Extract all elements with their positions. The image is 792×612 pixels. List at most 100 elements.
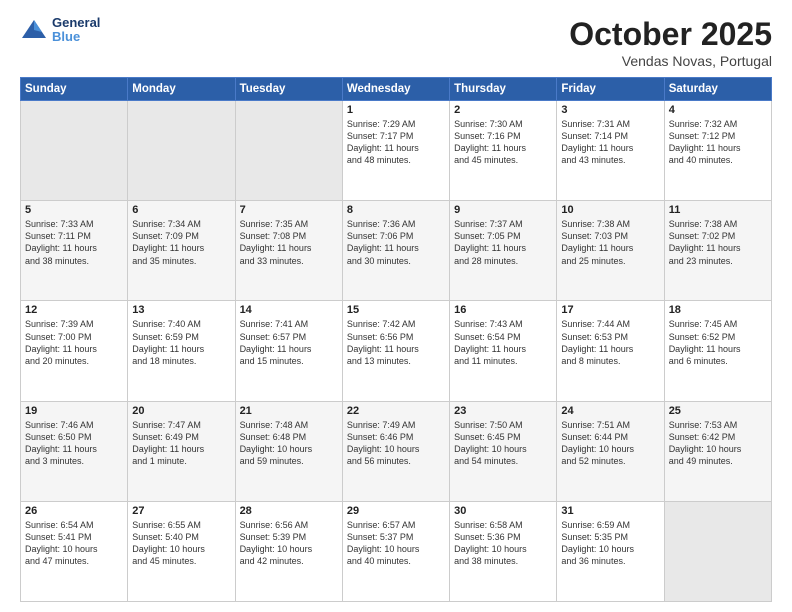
day-info: Sunrise: 7:48 AM Sunset: 6:48 PM Dayligh… [240, 419, 338, 468]
day-number: 1 [347, 104, 445, 116]
day-number: 13 [132, 304, 230, 316]
calendar-cell: 10Sunrise: 7:38 AM Sunset: 7:03 PM Dayli… [557, 201, 664, 301]
day-number: 3 [561, 104, 659, 116]
week-row-3: 12 Sunrise: 7:39 AM Sunset: 7:00 PM Dayli… [21, 301, 772, 401]
day-info: Sunrise: 7:37 AM Sunset: 7:05 PM Dayligh… [454, 218, 552, 267]
calendar-cell [664, 501, 771, 601]
day-info: Sunrise: 7:36 AM Sunset: 7:06 PM Dayligh… [347, 218, 445, 267]
day-number: 20 [132, 405, 230, 417]
day-info: Sunrise: 7:34 AM Sunset: 7:09 PM Dayligh… [132, 218, 230, 267]
logo-line2: Blue [52, 30, 100, 44]
logo: General Blue [20, 16, 100, 45]
day-info: Sunrise: 7:53 AM Sunset: 6:42 PM Dayligh… [669, 419, 767, 468]
day-info: Sunrise: 7:47 AM Sunset: 6:49 PM Dayligh… [132, 419, 230, 468]
weekday-header-monday: Monday [128, 78, 235, 101]
calendar-cell: 25 Sunrise: 7:53 AM Sunset: 6:42 PM Dayli… [664, 401, 771, 501]
day-number: 10 [561, 204, 659, 216]
calendar-cell: 11 Sunrise: 7:38 AM Sunset: 7:02 PM Dayli… [664, 201, 771, 301]
week-row-5: 26Sunrise: 6:54 AM Sunset: 5:41 PM Dayli… [21, 501, 772, 601]
calendar-cell [235, 101, 342, 201]
day-info: Sunrise: 7:51 AM Sunset: 6:44 PM Dayligh… [561, 419, 659, 468]
day-number: 9 [454, 204, 552, 216]
day-info: Sunrise: 7:31 AM Sunset: 7:14 PM Dayligh… [561, 118, 659, 167]
day-info: Sunrise: 6:56 AM Sunset: 5:39 PM Dayligh… [240, 519, 338, 568]
calendar-cell: 3 Sunrise: 7:31 AM Sunset: 7:14 PM Daylig… [557, 101, 664, 201]
day-number: 21 [240, 405, 338, 417]
day-info: Sunrise: 6:54 AM Sunset: 5:41 PM Dayligh… [25, 519, 123, 568]
calendar-cell: 30 Sunrise: 6:58 AM Sunset: 5:36 PM Dayli… [450, 501, 557, 601]
header: General Blue October 2025 Vendas Novas, … [20, 16, 772, 69]
calendar-cell: 31 Sunrise: 6:59 AM Sunset: 5:35 PM Dayli… [557, 501, 664, 601]
weekday-header-friday: Friday [557, 78, 664, 101]
calendar-cell [128, 101, 235, 201]
calendar-cell: 17Sunrise: 7:44 AM Sunset: 6:53 PM Dayli… [557, 301, 664, 401]
day-number: 5 [25, 204, 123, 216]
day-number: 6 [132, 204, 230, 216]
day-info: Sunrise: 7:30 AM Sunset: 7:16 PM Dayligh… [454, 118, 552, 167]
day-info: Sunrise: 6:57 AM Sunset: 5:37 PM Dayligh… [347, 519, 445, 568]
day-info: Sunrise: 6:59 AM Sunset: 5:35 PM Dayligh… [561, 519, 659, 568]
day-number: 16 [454, 304, 552, 316]
calendar-cell: 18 Sunrise: 7:45 AM Sunset: 6:52 PM Dayli… [664, 301, 771, 401]
day-info: Sunrise: 7:39 AM Sunset: 7:00 PM Dayligh… [25, 318, 123, 367]
day-info: Sunrise: 7:29 AM Sunset: 7:17 PM Dayligh… [347, 118, 445, 167]
weekday-header-row: SundayMondayTuesdayWednesdayThursdayFrid… [21, 78, 772, 101]
calendar-table: SundayMondayTuesdayWednesdayThursdayFrid… [20, 77, 772, 602]
day-number: 28 [240, 505, 338, 517]
day-number: 18 [669, 304, 767, 316]
calendar-cell: 24Sunrise: 7:51 AM Sunset: 6:44 PM Dayli… [557, 401, 664, 501]
day-info: Sunrise: 7:42 AM Sunset: 6:56 PM Dayligh… [347, 318, 445, 367]
title-block: October 2025 Vendas Novas, Portugal [569, 16, 772, 69]
day-info: Sunrise: 6:55 AM Sunset: 5:40 PM Dayligh… [132, 519, 230, 568]
logo-line1: General [52, 16, 100, 30]
day-info: Sunrise: 7:49 AM Sunset: 6:46 PM Dayligh… [347, 419, 445, 468]
calendar-cell: 22Sunrise: 7:49 AM Sunset: 6:46 PM Dayli… [342, 401, 449, 501]
day-info: Sunrise: 7:50 AM Sunset: 6:45 PM Dayligh… [454, 419, 552, 468]
calendar-cell: 4Sunrise: 7:32 AM Sunset: 7:12 PM Daylig… [664, 101, 771, 201]
week-row-1: 1 Sunrise: 7:29 AM Sunset: 7:17 PM Daylig… [21, 101, 772, 201]
calendar-cell: 5 Sunrise: 7:33 AM Sunset: 7:11 PM Daylig… [21, 201, 128, 301]
day-number: 30 [454, 505, 552, 517]
day-info: Sunrise: 6:58 AM Sunset: 5:36 PM Dayligh… [454, 519, 552, 568]
weekday-header-saturday: Saturday [664, 78, 771, 101]
calendar-cell: 21 Sunrise: 7:48 AM Sunset: 6:48 PM Dayli… [235, 401, 342, 501]
calendar-cell: 19 Sunrise: 7:46 AM Sunset: 6:50 PM Dayli… [21, 401, 128, 501]
day-info: Sunrise: 7:45 AM Sunset: 6:52 PM Dayligh… [669, 318, 767, 367]
day-info: Sunrise: 7:38 AM Sunset: 7:02 PM Dayligh… [669, 218, 767, 267]
week-row-2: 5 Sunrise: 7:33 AM Sunset: 7:11 PM Daylig… [21, 201, 772, 301]
day-number: 31 [561, 505, 659, 517]
weekday-header-wednesday: Wednesday [342, 78, 449, 101]
day-number: 19 [25, 405, 123, 417]
page: General Blue October 2025 Vendas Novas, … [0, 0, 792, 612]
day-number: 23 [454, 405, 552, 417]
day-number: 8 [347, 204, 445, 216]
day-number: 12 [25, 304, 123, 316]
day-number: 29 [347, 505, 445, 517]
day-info: Sunrise: 7:44 AM Sunset: 6:53 PM Dayligh… [561, 318, 659, 367]
day-number: 11 [669, 204, 767, 216]
day-info: Sunrise: 7:46 AM Sunset: 6:50 PM Dayligh… [25, 419, 123, 468]
calendar-cell [21, 101, 128, 201]
day-number: 25 [669, 405, 767, 417]
day-number: 27 [132, 505, 230, 517]
calendar-cell: 2Sunrise: 7:30 AM Sunset: 7:16 PM Daylig… [450, 101, 557, 201]
calendar-cell: 13Sunrise: 7:40 AM Sunset: 6:59 PM Dayli… [128, 301, 235, 401]
calendar-subtitle: Vendas Novas, Portugal [569, 53, 772, 69]
logo-text: General Blue [52, 16, 100, 45]
calendar-cell: 12 Sunrise: 7:39 AM Sunset: 7:00 PM Dayli… [21, 301, 128, 401]
logo-icon [20, 16, 48, 44]
calendar-cell: 14 Sunrise: 7:41 AM Sunset: 6:57 PM Dayli… [235, 301, 342, 401]
week-row-4: 19 Sunrise: 7:46 AM Sunset: 6:50 PM Dayli… [21, 401, 772, 501]
calendar-cell: 23 Sunrise: 7:50 AM Sunset: 6:45 PM Dayli… [450, 401, 557, 501]
calendar-cell: 27 Sunrise: 6:55 AM Sunset: 5:40 PM Dayli… [128, 501, 235, 601]
day-info: Sunrise: 7:33 AM Sunset: 7:11 PM Dayligh… [25, 218, 123, 267]
weekday-header-thursday: Thursday [450, 78, 557, 101]
calendar-cell: 8 Sunrise: 7:36 AM Sunset: 7:06 PM Daylig… [342, 201, 449, 301]
calendar-cell: 7Sunrise: 7:35 AM Sunset: 7:08 PM Daylig… [235, 201, 342, 301]
day-number: 14 [240, 304, 338, 316]
calendar-cell: 29 Sunrise: 6:57 AM Sunset: 5:37 PM Dayli… [342, 501, 449, 601]
calendar-cell: 15Sunrise: 7:42 AM Sunset: 6:56 PM Dayli… [342, 301, 449, 401]
calendar-cell: 9 Sunrise: 7:37 AM Sunset: 7:05 PM Daylig… [450, 201, 557, 301]
day-info: Sunrise: 7:41 AM Sunset: 6:57 PM Dayligh… [240, 318, 338, 367]
weekday-header-sunday: Sunday [21, 78, 128, 101]
